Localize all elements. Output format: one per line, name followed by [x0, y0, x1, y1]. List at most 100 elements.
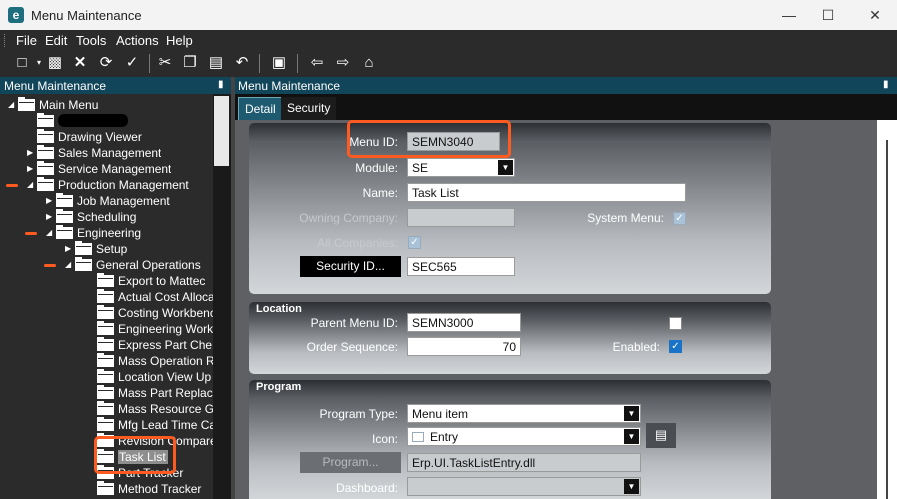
left-pane-title: Menu Maintenance [4, 79, 107, 93]
tree-node[interactable] [27, 113, 213, 129]
right-pane-title: Menu Maintenance [238, 79, 341, 93]
tree-node[interactable]: ◢ General Operations [65, 257, 213, 273]
chevron-down-icon[interactable]: ▼ [624, 429, 639, 444]
collapse-arrow-icon[interactable]: ◢ [65, 260, 73, 270]
menu-help[interactable]: Help [166, 33, 193, 48]
expand-arrow-icon[interactable]: ▶ [46, 212, 54, 222]
tab-strip: Detail Security [235, 94, 897, 120]
content-scrollbar[interactable] [877, 120, 897, 499]
minimize-button[interactable]: — [769, 4, 809, 26]
back-icon[interactable]: ⇦ [307, 53, 327, 73]
tree-node[interactable]: ◢ Production Management [27, 177, 213, 193]
menu-tools[interactable]: Tools [76, 33, 106, 48]
folder-icon [37, 145, 54, 159]
tree-node[interactable]: Engineering Work [87, 321, 213, 337]
collapse-arrow-icon[interactable]: ◢ [46, 228, 54, 238]
pin-icon[interactable]: ▮ [883, 79, 889, 90]
cut-icon[interactable]: ✂ [155, 53, 175, 73]
folder-icon [97, 481, 114, 495]
annotation-dash [44, 264, 56, 267]
security-id-button[interactable]: Security ID... [300, 256, 401, 277]
name-label: Name: [362, 186, 398, 200]
system-menu-checkbox[interactable]: ✓ [673, 212, 686, 225]
program-field[interactable]: Erp.UI.TaskListEntry.dll [407, 453, 641, 472]
folder-icon [97, 321, 114, 335]
location-checkbox[interactable] [669, 317, 682, 330]
tree-node[interactable]: Location View Up [87, 369, 213, 385]
refresh-icon[interactable]: ⟳ [96, 53, 116, 73]
tree-node[interactable]: ▶ Service Management [27, 161, 213, 177]
parent-menu-id-field[interactable]: SEMN3000 [407, 313, 521, 332]
name-field[interactable]: Task List [407, 183, 686, 202]
all-companies-checkbox[interactable]: ✓ [408, 236, 421, 249]
tree-node[interactable]: ▶ Setup [65, 241, 213, 257]
program-type-label: Program Type: [319, 407, 398, 421]
tree-scrollbar-thumb[interactable] [214, 96, 229, 166]
tree-node[interactable]: Method Tracker [87, 481, 213, 497]
save-icon[interactable]: ▩ [45, 53, 65, 73]
owning-company-field[interactable] [407, 208, 515, 227]
tree-node[interactable]: ▶ Job Management [46, 193, 213, 209]
menu-bar: File Edit Tools Actions Help [0, 30, 897, 50]
expand-arrow-icon[interactable]: ▶ [46, 196, 54, 206]
chevron-down-icon[interactable]: ▼ [624, 479, 639, 494]
toolbar-separator [149, 54, 150, 73]
collapse-arrow-icon[interactable]: ◢ [27, 180, 35, 190]
module-select[interactable]: SE ▼ [407, 158, 515, 177]
menu-edit[interactable]: Edit [45, 33, 67, 48]
expand-arrow-icon[interactable]: ▶ [27, 164, 35, 174]
tree-node[interactable]: Mass Part Replac [87, 385, 213, 401]
search-icon[interactable]: ▣ [269, 53, 289, 73]
expand-arrow-icon[interactable]: ▶ [27, 148, 35, 158]
icon-preview-button[interactable]: ▤ [646, 423, 676, 448]
copy-icon[interactable]: ❐ [180, 53, 200, 73]
program-title: Program [256, 381, 302, 393]
chevron-down-icon[interactable]: ▼ [624, 406, 639, 421]
tree-node[interactable]: ◢ Engineering [46, 225, 213, 241]
maximize-button[interactable]: ☐ [808, 4, 848, 26]
folder-icon [56, 225, 73, 239]
paste-icon[interactable]: ▤ [206, 53, 226, 73]
forward-icon[interactable]: ⇨ [333, 53, 353, 73]
icon-select[interactable]: Entry ▼ [407, 427, 641, 446]
tree-node[interactable]: Express Part Che [87, 337, 213, 353]
chevron-down-icon[interactable]: ▼ [498, 160, 513, 175]
tree-node[interactable]: Costing Workbenc [87, 305, 213, 321]
program-button[interactable]: Program... [300, 452, 401, 473]
dashboard-label: Dashboard: [335, 481, 398, 495]
expand-arrow-icon[interactable]: ▶ [65, 244, 73, 254]
menu-actions[interactable]: Actions [116, 33, 159, 48]
tree-node[interactable]: ◢ Main Menu [8, 97, 213, 113]
tree-node[interactable]: Drawing Viewer [27, 129, 213, 145]
tree-node[interactable]: ▶ Sales Management [27, 145, 213, 161]
folder-icon [75, 241, 92, 255]
folder-icon [56, 209, 73, 223]
tree-node[interactable]: ▶ Scheduling [46, 209, 213, 225]
dashboard-select[interactable]: ▼ [407, 477, 641, 496]
order-sequence-label: Order Sequence: [306, 340, 398, 354]
tab-security[interactable]: Security [281, 97, 337, 120]
tree-node[interactable]: Mass Operation R [87, 353, 213, 369]
delete-icon[interactable]: ✕ [70, 53, 90, 73]
close-button[interactable]: ✕ [855, 4, 895, 26]
home-icon[interactable]: ⌂ [359, 53, 379, 73]
folder-icon [37, 177, 54, 191]
tab-detail[interactable]: Detail [238, 97, 283, 120]
pin-icon[interactable]: ▮ [218, 79, 224, 90]
tree-node[interactable]: Export to Mattec [87, 273, 213, 289]
enabled-label: Enabled: [612, 340, 660, 354]
folder-icon [97, 273, 114, 287]
clear-icon[interactable]: ✓ [122, 53, 142, 73]
tree-node[interactable]: Mfg Lead Time Ca [87, 417, 213, 433]
menu-file[interactable]: File [16, 33, 37, 48]
order-sequence-field[interactable]: 70 [407, 337, 521, 356]
tree-node[interactable]: Mass Resource G [87, 401, 213, 417]
program-type-select[interactable]: Menu item ▼ [407, 404, 641, 423]
annotation-highlight [347, 120, 511, 158]
tree-node[interactable]: Actual Cost Alloca [87, 289, 213, 305]
folder-icon [97, 289, 114, 303]
security-id-field[interactable]: SEC565 [407, 257, 515, 276]
undo-icon[interactable]: ↶ [232, 53, 252, 73]
collapse-arrow-icon[interactable]: ◢ [8, 100, 16, 110]
enabled-checkbox[interactable]: ✓ [669, 340, 682, 353]
